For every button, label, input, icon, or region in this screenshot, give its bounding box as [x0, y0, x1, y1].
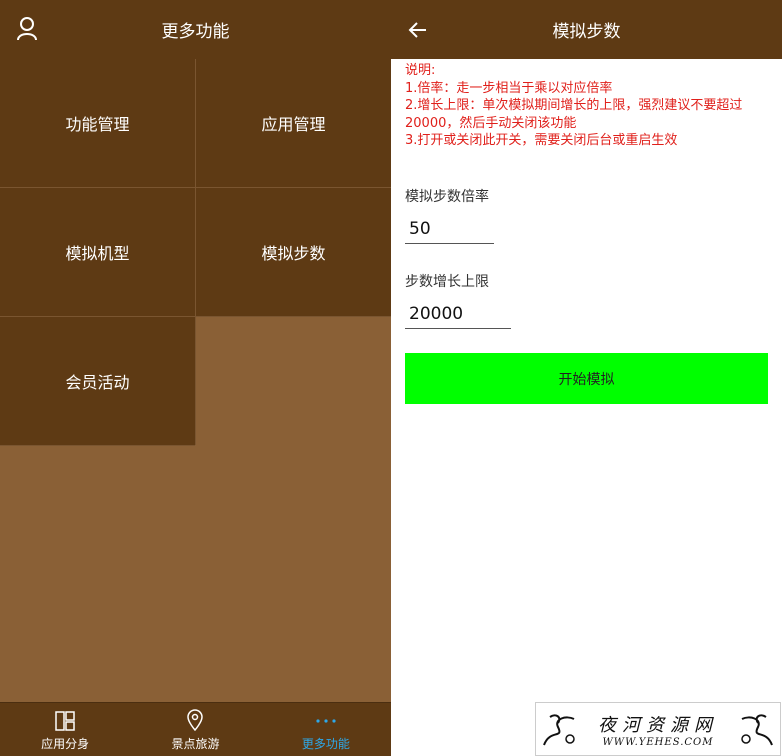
grid-item-label: 会员活动	[65, 373, 130, 392]
grid-divider	[195, 59, 196, 445]
tab-label: 应用分身	[41, 737, 90, 751]
multiplier-label: 模拟步数倍率	[405, 189, 489, 205]
watermark-url: WWW.YEHES.COM	[602, 736, 714, 748]
grid-divider	[0, 187, 391, 188]
grid-item-app-management[interactable]: 应用管理	[196, 59, 391, 187]
instruction-line: 2.增长上限：单次模拟期间增长的上限，强烈建议不要超过20000，然后手动关闭该…	[405, 98, 743, 131]
more-dots-icon	[316, 719, 336, 723]
tab-label: 更多功能	[301, 737, 350, 751]
instruction-line: 说明:	[405, 63, 436, 78]
grid-divider	[0, 445, 195, 446]
tab-app-clone[interactable]: 应用分身	[0, 703, 130, 756]
layout-icon	[55, 711, 75, 731]
location-pin-icon	[187, 709, 204, 731]
back-arrow-icon[interactable]	[408, 20, 428, 40]
tab-scenic-travel[interactable]: 景点旅游	[130, 703, 260, 756]
grid-item-label: 应用管理	[261, 115, 326, 134]
grid-item-feature-management[interactable]: 功能管理	[0, 59, 195, 187]
page-title: 模拟步数	[552, 22, 621, 42]
grid-item-label: 模拟步数	[261, 244, 326, 263]
ornament-icon	[741, 714, 773, 746]
multiplier-input[interactable]: 50	[405, 214, 494, 244]
more-features-screen: 更多功能 功能管理 应用管理 模拟机型 模拟步数 会员活动 应用分身 景点旅游 …	[0, 0, 391, 756]
grid-item-label: 模拟机型	[65, 244, 130, 263]
instruction-line: 1.倍率：走一步相当于乘以对应倍率	[405, 80, 613, 96]
grid-item-simulate-steps[interactable]: 模拟步数	[196, 188, 391, 316]
grid-item-label: 功能管理	[65, 115, 130, 134]
instruction-line: 3.打开或关闭此开关，需要关闭后台或重启生效	[405, 133, 678, 148]
top-bar: 模拟步数	[391, 0, 782, 59]
tab-label: 景点旅游	[171, 737, 220, 751]
bottom-tab-bar: 应用分身 景点旅游 更多功能	[0, 702, 391, 756]
watermark-logo: 夜河资源网 WWW.YEHES.COM	[535, 702, 781, 756]
page-title: 更多功能	[161, 22, 230, 42]
simulate-steps-screen: 模拟步数 说明: 1.倍率：走一步相当于乘以对应倍率 2.增长上限：单次模拟期间…	[391, 0, 782, 756]
limit-label: 步数增长上限	[405, 274, 489, 290]
instructions: 说明: 1.倍率：走一步相当于乘以对应倍率 2.增长上限：单次模拟期间增长的上限…	[405, 62, 767, 150]
user-icon[interactable]	[16, 17, 38, 41]
start-simulation-button[interactable]: 开始模拟	[405, 353, 768, 404]
grid-item-member-activity[interactable]: 会员活动	[0, 317, 195, 445]
top-bar: 更多功能	[0, 0, 391, 59]
ornament-icon	[543, 714, 575, 746]
watermark-title: 夜河资源网	[598, 714, 718, 736]
limit-input[interactable]: 20000	[405, 299, 511, 329]
grid-item-simulate-model[interactable]: 模拟机型	[0, 188, 195, 316]
tab-more-features[interactable]: 更多功能	[261, 703, 391, 756]
grid-divider	[0, 316, 391, 317]
